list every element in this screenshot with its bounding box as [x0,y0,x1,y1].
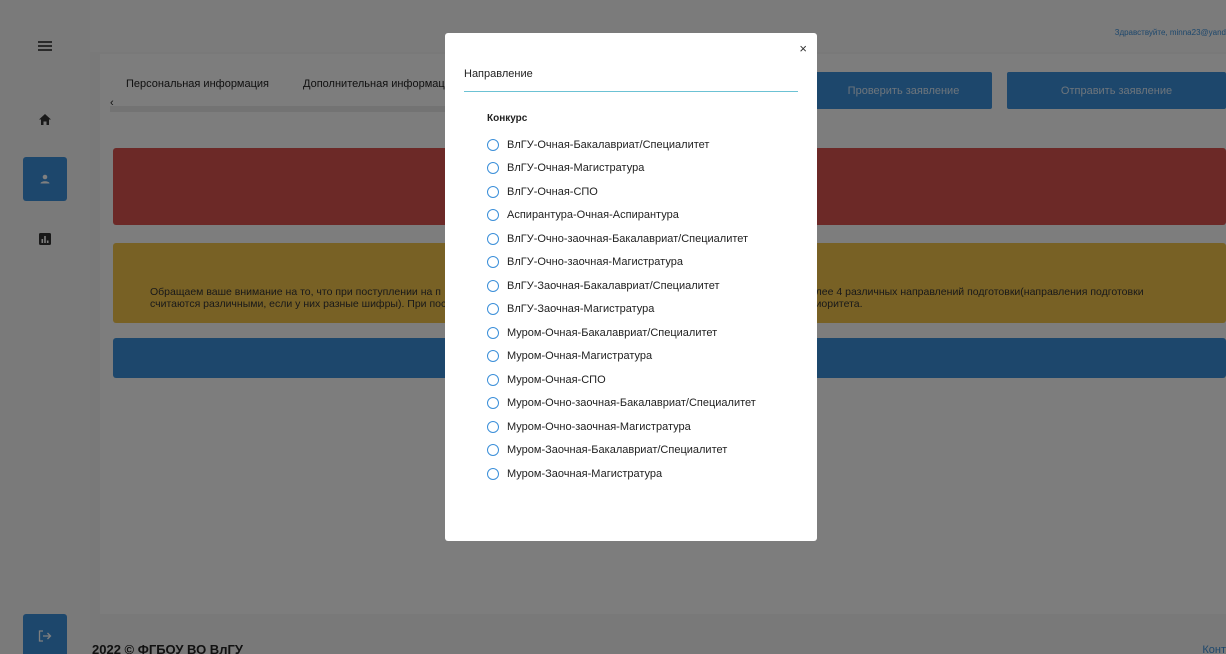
radio-button[interactable] [487,303,499,316]
radio-button[interactable] [487,467,499,480]
competition-option[interactable]: ВлГУ-Очная-СПО [487,180,807,204]
competition-option-label: ВлГУ-Очно-заочная-Бакалавриат/Специалите… [507,232,749,245]
competition-option[interactable]: ВлГУ-Очная-Бакалавриат/Специалитет [487,133,807,157]
direction-modal: × Направление Конкурс ВлГУ-Очная-Бакалав… [445,33,817,541]
radio-button[interactable] [487,373,499,386]
competition-option[interactable]: ВлГУ-Очно-заочная-Бакалавриат/Специалите… [487,227,807,251]
competition-option-label: ВлГУ-Очно-заочная-Магистратура [507,256,683,269]
competition-option[interactable]: ВлГУ-Очная-Магистратура [487,157,807,181]
competition-option-label: ВлГУ-Заочная-Бакалавриат/Специалитет [507,279,720,292]
competition-option[interactable]: Муром-Заочная-Магистратура [487,462,807,486]
radio-button[interactable] [487,279,499,292]
competition-option-label: Муром-Очная-Бакалавриат/Специалитет [507,326,718,339]
competition-option[interactable]: Муром-Заочная-Бакалавриат/Специалитет [487,439,807,463]
competition-option[interactable]: ВлГУ-Заочная-Бакалавриат/Специалитет [487,274,807,298]
competition-option-label: ВлГУ-Очная-Бакалавриат/Специалитет [507,138,710,151]
competition-option-label: Муром-Заочная-Бакалавриат/Специалитет [507,444,728,457]
radio-button[interactable] [487,138,499,151]
competition-label: Конкурс [487,113,528,124]
competition-option-label: Муром-Очная-Магистратура [507,350,653,363]
competition-option[interactable]: Муром-Очно-заочная-Бакалавриат/Специалит… [487,392,807,416]
competition-option[interactable]: Муром-Очно-заочная-Магистратура [487,415,807,439]
radio-button[interactable] [487,350,499,363]
competition-option[interactable]: ВлГУ-Очно-заочная-Магистратура [487,251,807,275]
competition-option[interactable]: Муром-Очная-Магистратура [487,345,807,369]
competition-option-label: Муром-Очная-СПО [507,373,606,386]
competition-option-label: ВлГУ-Очная-СПО [507,185,598,198]
competition-option[interactable]: Муром-Очная-Бакалавриат/Специалитет [487,321,807,345]
radio-button[interactable] [487,326,499,339]
competition-option-label: Аспирантура-Очная-Аспирантура [507,209,679,222]
competition-option[interactable]: Аспирантура-Очная-Аспирантура [487,204,807,228]
radio-button[interactable] [487,209,499,222]
competition-option-label: Муром-Очно-заочная-Магистратура [507,420,691,433]
competition-option-label: Муром-Очно-заочная-Бакалавриат/Специалит… [507,397,756,410]
radio-button[interactable] [487,444,499,457]
radio-button[interactable] [487,162,499,175]
radio-button[interactable] [487,420,499,433]
competition-option-label: Муром-Заочная-Магистратура [507,467,663,480]
competition-option-label: ВлГУ-Очная-Магистратура [507,162,645,175]
competition-option[interactable]: Муром-Очная-СПО [487,368,807,392]
close-icon[interactable]: × [799,42,807,55]
modal-title: Направление [464,68,533,80]
radio-button[interactable] [487,232,499,245]
competition-option-label: ВлГУ-Заочная-Магистратура [507,303,655,316]
competition-options: ВлГУ-Очная-Бакалавриат/Специалитет ВлГУ-О… [487,133,807,486]
radio-button[interactable] [487,256,499,269]
modal-divider [464,91,798,92]
competition-option[interactable]: ВлГУ-Заочная-Магистратура [487,298,807,322]
radio-button[interactable] [487,185,499,198]
radio-button[interactable] [487,397,499,410]
